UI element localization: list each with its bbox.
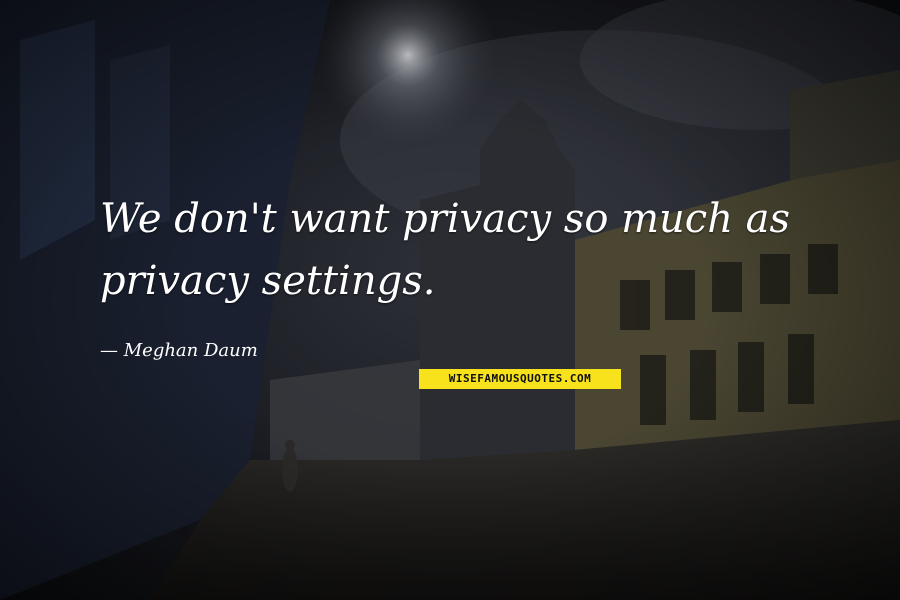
quote-text: We don't want privacy so much as privacy… — [100, 188, 860, 312]
quote-line-2: privacy settings. — [100, 258, 436, 304]
quote-line-1: We don't want privacy so much as — [100, 196, 791, 242]
quote-author: — Meghan Daum — [100, 340, 258, 361]
quote-image: We don't want privacy so much as privacy… — [0, 0, 900, 600]
author-name: Meghan Daum — [123, 340, 258, 361]
watermark-logo: WISEFAMOUSQUOTES.COM — [419, 369, 621, 389]
